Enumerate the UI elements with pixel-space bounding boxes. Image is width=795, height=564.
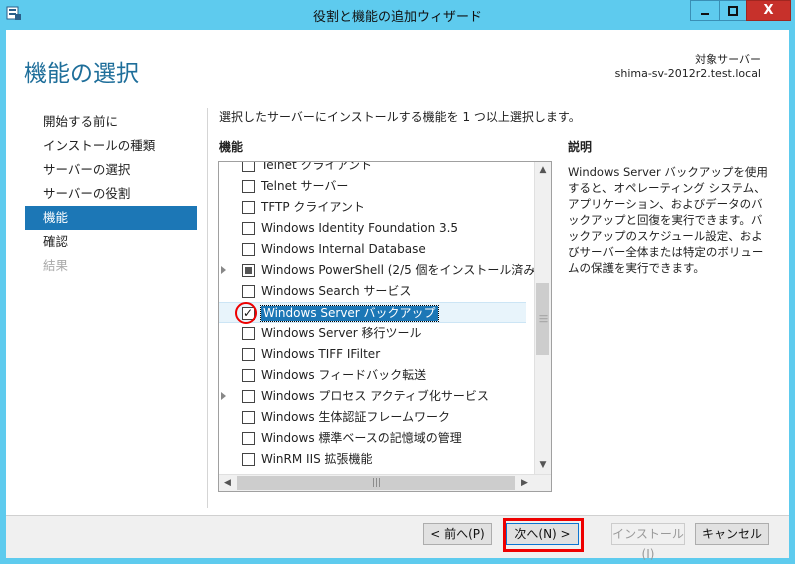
feature-checkbox[interactable] <box>242 222 255 235</box>
feature-row[interactable]: Windows Internal Database <box>219 239 526 260</box>
feature-checkbox[interactable] <box>242 285 255 298</box>
feature-label: WinRM IIS 拡張機能 <box>261 452 373 466</box>
feature-label: Windows TIFF IFilter <box>261 347 381 361</box>
vertical-scroll-thumb[interactable]: — — — <box>536 283 549 355</box>
feature-label: Windows Internal Database <box>261 242 426 256</box>
feature-label: Windows 生体認証フレームワーク <box>261 410 451 424</box>
description-label: 説明 <box>568 140 593 154</box>
nav-item-server-selection[interactable]: サーバーの選択 <box>25 158 197 182</box>
features-rows: Telnet クライアント Telnet サーバー TFTP クライアント Windo… <box>219 161 540 470</box>
destination-server: 対象サーバー shima-sv-2012r2.test.local <box>615 53 761 81</box>
wizard-footer: < 前へ(P) 次へ(N) > インストール(I) キャンセル <box>6 516 789 561</box>
nav-item-confirmation[interactable]: 確認 <box>25 230 197 254</box>
feature-row[interactable]: Telnet クライアント <box>219 161 526 176</box>
feature-checkbox[interactable] <box>242 201 255 214</box>
minimize-icon <box>701 12 709 15</box>
feature-checkbox[interactable] <box>242 369 255 382</box>
feature-row[interactable]: Telnet サーバー <box>219 176 526 197</box>
feature-label: Telnet クライアント <box>261 161 373 172</box>
intro-text: 選択したサーバーにインストールする機能を 1 つ以上選択します。 <box>219 110 581 124</box>
close-button[interactable]: X <box>746 0 791 21</box>
feature-label: Windows 標準ベースの記憶域の管理 <box>261 431 462 445</box>
feature-row[interactable]: Windows Search サービス <box>219 281 526 302</box>
feature-label: TFTP クライアント <box>261 200 365 214</box>
destination-server-name: shima-sv-2012r2.test.local <box>614 67 761 80</box>
feature-checkbox[interactable] <box>242 243 255 256</box>
destination-label: 対象サーバー <box>695 53 761 66</box>
wizard-client-area: 機能の選択 対象サーバー shima-sv-2012r2.test.local … <box>6 30 789 561</box>
prev-button[interactable]: < 前へ(P) <box>423 523 492 545</box>
feature-label: Windows フィードバック転送 <box>261 368 427 382</box>
feature-label: Telnet サーバー <box>261 179 349 193</box>
horizontal-scroll-thumb[interactable]: ||| <box>237 476 515 490</box>
checkbox-highlight-circle <box>235 302 257 324</box>
scroll-grip-icon: — — — <box>539 311 548 327</box>
cancel-button[interactable]: キャンセル <box>695 523 769 545</box>
feature-label: Windows Server バックアップ <box>260 305 439 322</box>
nav-item-server-roles[interactable]: サーバーの役割 <box>25 182 197 206</box>
feature-row[interactable]: TFTP クライアント <box>219 197 526 218</box>
close-icon: X <box>763 3 774 18</box>
expand-arrow-icon[interactable] <box>221 392 226 400</box>
install-button: インストール(I) <box>611 523 685 561</box>
nav-item-results: 結果 <box>43 258 69 273</box>
nav-divider <box>207 108 208 508</box>
feature-row[interactable]: Windows Server 移行ツール <box>219 323 526 344</box>
feature-row[interactable]: Windows PowerShell (2/5 個をインストール済み) <box>219 260 540 281</box>
feature-checkbox[interactable] <box>242 453 255 466</box>
feature-checkbox[interactable] <box>242 264 255 277</box>
feature-row[interactable]: Windows プロセス アクティブ化サービス <box>219 386 526 407</box>
feature-checkbox[interactable] <box>242 432 255 445</box>
feature-checkbox[interactable] <box>242 348 255 361</box>
feature-row[interactable]: Windows TIFF IFilter <box>219 344 526 365</box>
wizard-nav: 開始する前に インストールの種類 サーバーの選択 サーバーの役割 機能 確認 結… <box>25 110 197 278</box>
scroll-up-icon[interactable]: ▲ <box>535 162 551 179</box>
scroll-grip-icon: ||| <box>372 478 382 488</box>
expand-arrow-icon[interactable] <box>221 266 226 274</box>
nav-item-features[interactable]: 機能 <box>25 206 197 230</box>
feature-label: Windows Server 移行ツール <box>261 326 422 340</box>
maximize-icon <box>728 5 738 16</box>
maximize-button[interactable] <box>719 0 747 21</box>
feature-label: Windows PowerShell (2/5 個をインストール済み) <box>261 263 541 277</box>
window-title: 役割と機能の追加ウィザード <box>312 10 482 25</box>
feature-checkbox[interactable] <box>242 180 255 193</box>
next-button-highlight <box>503 518 584 552</box>
feature-label: Windows プロセス アクティブ化サービス <box>261 389 489 403</box>
minimize-button[interactable] <box>690 0 720 21</box>
feature-checkbox[interactable] <box>242 327 255 340</box>
feature-row[interactable]: Windows 生体認証フレームワーク <box>219 407 526 428</box>
feature-row[interactable]: Windows フィードバック転送 <box>219 365 526 386</box>
wizard-window: 役割と機能の追加ウィザード X 機能の選択 対象サーバー shima-sv-20… <box>0 0 795 564</box>
feature-row[interactable]: Windows Identity Foundation 3.5 <box>219 218 526 239</box>
features-tree[interactable]: Telnet クライアント Telnet サーバー TFTP クライアント Windo… <box>218 161 552 492</box>
page-title: 機能の選択 <box>24 61 139 87</box>
feature-label: Windows Search サービス <box>261 284 412 298</box>
feature-row[interactable]: Windows 標準ベースの記憶域の管理 <box>219 428 526 449</box>
feature-checkbox[interactable] <box>242 390 255 403</box>
features-label: 機能 <box>219 140 244 154</box>
nav-item-installation-type[interactable]: インストールの種類 <box>25 134 197 158</box>
scroll-right-icon[interactable]: ▶ <box>516 475 533 491</box>
nav-item-before-you-begin[interactable]: 開始する前に <box>25 110 197 134</box>
scroll-left-icon[interactable]: ◀ <box>219 475 236 491</box>
feature-row[interactable]: Windows Server バックアップ <box>219 302 526 324</box>
feature-checkbox[interactable] <box>242 411 255 424</box>
feature-label: Windows Identity Foundation 3.5 <box>261 221 459 235</box>
feature-checkbox[interactable] <box>242 162 255 172</box>
scroll-down-icon[interactable]: ▼ <box>535 457 551 474</box>
feature-row[interactable]: WinRM IIS 拡張機能 <box>219 449 526 470</box>
horizontal-scrollbar[interactable]: ◀ ||| ▶ <box>219 474 551 491</box>
feature-description: Windows Server バックアップを使用すると、オペレーティング システ… <box>568 165 768 275</box>
vertical-scrollbar[interactable]: ▲ — — — ▼ <box>534 162 551 474</box>
title-bar[interactable]: 役割と機能の追加ウィザード X <box>0 0 795 30</box>
